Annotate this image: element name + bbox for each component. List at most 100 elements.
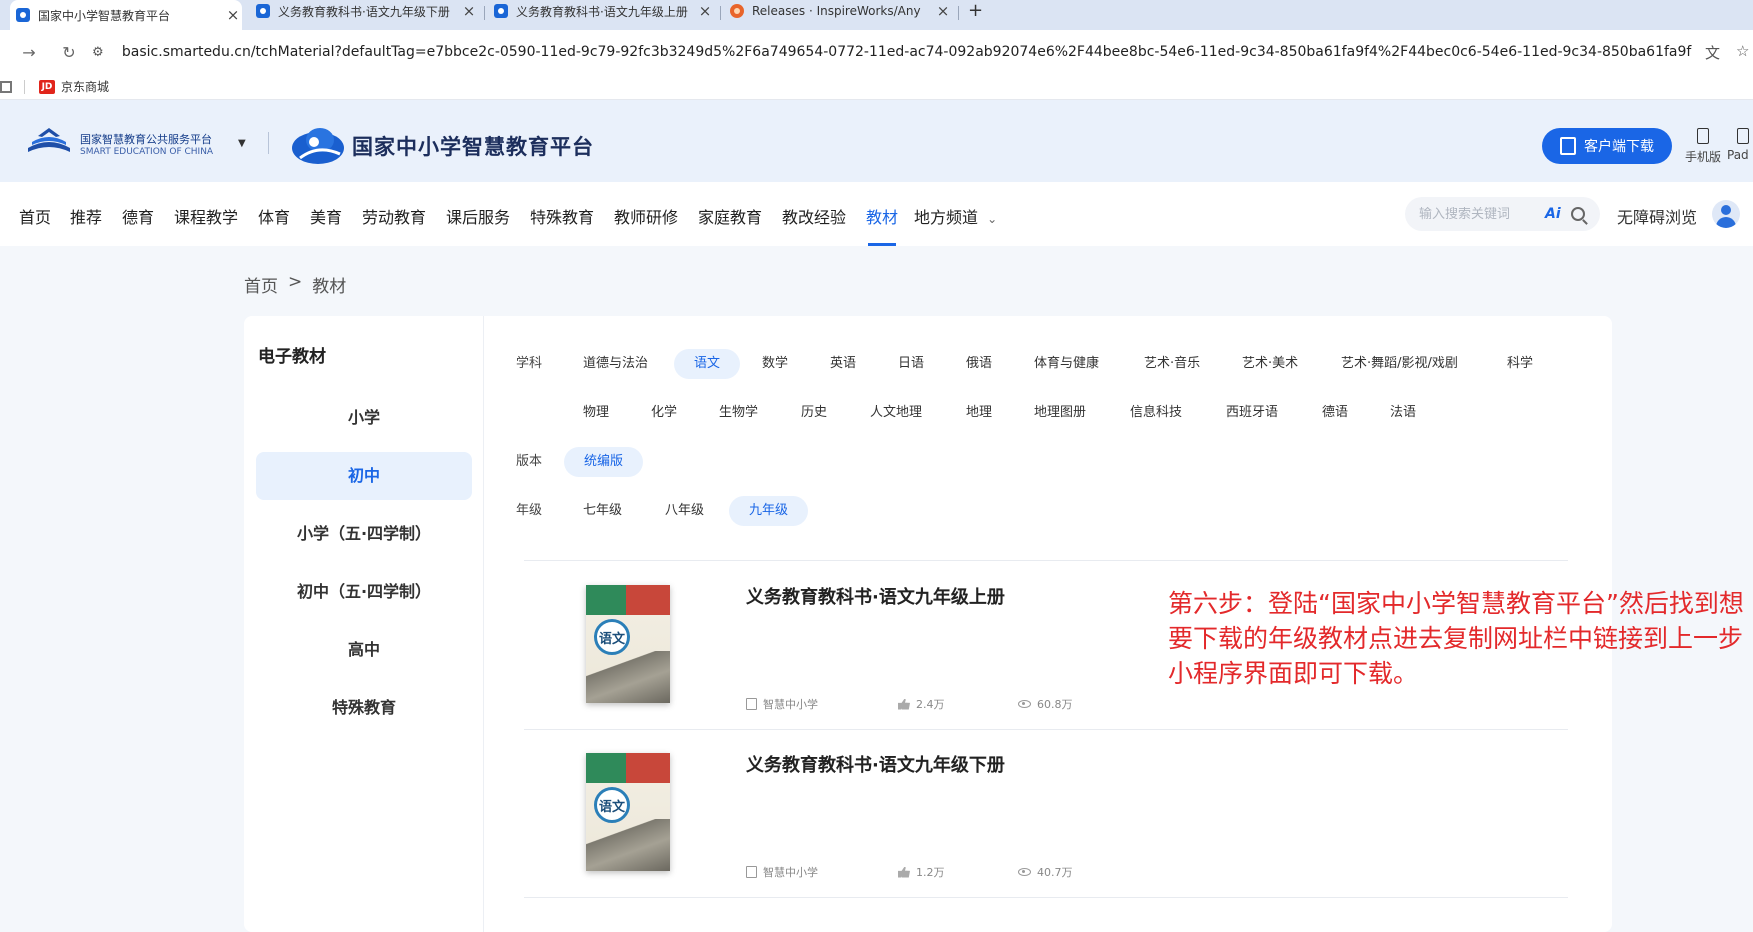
- nav-special-ed[interactable]: 特殊教育: [530, 204, 594, 228]
- eye-icon: [1018, 700, 1031, 708]
- subject-option[interactable]: 艺术·美术: [1242, 349, 1298, 379]
- subject-label: 学科: [516, 356, 543, 371]
- divider: [524, 897, 1568, 898]
- eye-icon: [1018, 868, 1031, 876]
- reload-icon[interactable]: ↻: [56, 43, 82, 62]
- nav-labor[interactable]: 劳动教育: [362, 204, 426, 228]
- user-avatar[interactable]: [1712, 200, 1740, 228]
- bookmark-star-icon[interactable]: ☆: [1736, 42, 1749, 60]
- nav-local[interactable]: 地方频道 ⌄: [914, 204, 997, 228]
- sidebar-item-senior-high[interactable]: 高中: [256, 626, 472, 674]
- subject-option[interactable]: 生物学: [719, 398, 758, 428]
- book-likes: 2.4万: [898, 696, 945, 712]
- subject-option[interactable]: 物理: [583, 398, 609, 428]
- sidebar-item-primary[interactable]: 小学: [256, 394, 472, 442]
- search-input[interactable]: [1419, 206, 1539, 222]
- subject-option[interactable]: 信息科技: [1130, 398, 1182, 428]
- subject-option[interactable]: 数学: [762, 349, 788, 379]
- mobile-version-link[interactable]: 手机版: [1681, 128, 1725, 165]
- translate-icon[interactable]: 文: [1705, 42, 1720, 63]
- textbook-item[interactable]: 语文 义务教育教科书·语文九年级下册 智慧中小学 1.2万 40.7万: [524, 729, 1568, 897]
- forward-icon[interactable]: →: [16, 43, 42, 62]
- site-cloud-logo-icon[interactable]: [290, 124, 346, 166]
- client-download-button[interactable]: 客户端下载: [1542, 128, 1672, 164]
- close-icon[interactable]: ×: [696, 2, 714, 20]
- like-count: 1.2万: [916, 866, 945, 879]
- smart-education-logo-icon[interactable]: [26, 126, 72, 156]
- nav-reform[interactable]: 教改经验: [782, 204, 846, 228]
- nav-home[interactable]: 首页: [19, 204, 51, 228]
- nav-course[interactable]: 课程教学: [174, 204, 238, 228]
- ai-search-icon[interactable]: Ai: [1545, 206, 1561, 222]
- close-icon[interactable]: ×: [224, 6, 242, 24]
- accessibility-link[interactable]: 无障碍浏览: [1617, 204, 1697, 228]
- nav-teacher-training[interactable]: 教师研修: [614, 204, 678, 228]
- site-info-icon[interactable]: ⚙: [92, 45, 114, 60]
- nav-moral[interactable]: 德育: [122, 204, 154, 228]
- nav-textbooks[interactable]: 教材: [866, 204, 898, 228]
- breadcrumb-home[interactable]: 首页: [244, 272, 278, 297]
- book-title[interactable]: 义务教育教科书·语文九年级下册: [746, 751, 1005, 777]
- close-icon[interactable]: ×: [934, 2, 952, 20]
- subject-option[interactable]: 道德与法治: [583, 349, 648, 379]
- search-icon[interactable]: [1570, 207, 1585, 221]
- sidebar-title: 电子教材: [258, 347, 326, 367]
- edition-option-tongbian[interactable]: 统编版: [564, 447, 644, 477]
- subject-option[interactable]: 德语: [1322, 398, 1348, 428]
- breadcrumb-separator: >: [288, 272, 303, 292]
- tab-book-upper[interactable]: 义务教育教科书·语文九年级上册 ×: [488, 0, 714, 22]
- sidebar-item-special-ed[interactable]: 特殊教育: [256, 684, 472, 732]
- book-title[interactable]: 义务教育教科书·语文九年级上册: [746, 583, 1005, 609]
- url-field[interactable]: ⚙ basic.smartedu.cn/tchMaterial?defaultT…: [92, 36, 1692, 68]
- subject-option[interactable]: 法语: [1390, 398, 1416, 428]
- nav-arts[interactable]: 美育: [310, 204, 342, 228]
- cover-subject-seal: 语文: [594, 619, 630, 655]
- new-tab-button[interactable]: +: [968, 0, 983, 22]
- tab-book-lower[interactable]: 义务教育教科书·语文九年级下册 ×: [250, 0, 478, 22]
- subject-option[interactable]: 体育与健康: [1034, 349, 1099, 379]
- subject-option[interactable]: 俄语: [966, 349, 992, 379]
- subject-option[interactable]: 艺术·舞蹈/影视/戏剧: [1341, 349, 1458, 379]
- sidebar-item-junior-high[interactable]: 初中: [256, 452, 472, 500]
- subject-option[interactable]: 日语: [898, 349, 924, 379]
- close-icon[interactable]: ×: [460, 2, 478, 20]
- subject-option[interactable]: 西班牙语: [1226, 398, 1278, 428]
- subject-option[interactable]: 地理图册: [1034, 398, 1086, 428]
- sidebar-item-junior-54[interactable]: 初中（五·四学制）: [256, 568, 472, 616]
- book-cover[interactable]: 语文: [586, 753, 670, 871]
- nav-recommend[interactable]: 推荐: [70, 204, 102, 228]
- tab-smartedu-home[interactable]: 国家中小学智慧教育平台 ×: [10, 0, 242, 30]
- tab-github-releases[interactable]: Releases · InspireWorks/Any ×: [724, 0, 952, 22]
- bookmark-separator: [24, 79, 25, 94]
- edition-label: 版本: [516, 454, 543, 469]
- pad-version-link[interactable]: Pad: [1727, 128, 1753, 162]
- subject-option[interactable]: 英语: [830, 349, 856, 379]
- nav-family[interactable]: 家庭教育: [698, 204, 762, 228]
- grade-option-7[interactable]: 七年级: [583, 496, 622, 526]
- nav-sports[interactable]: 体育: [258, 204, 290, 228]
- book-publisher: 智慧中小学: [746, 864, 818, 880]
- breadcrumb-current: 教材: [312, 277, 347, 297]
- subject-option[interactable]: 历史: [801, 398, 827, 428]
- site-title[interactable]: 国家中小学智慧教育平台: [352, 131, 594, 161]
- tutorial-annotation: 第六步：登陆“国家中小学智慧教育平台”然后找到想要下载的年级教材点进去复制网址栏…: [1168, 589, 1744, 688]
- publisher-icon: [746, 866, 757, 878]
- grade-option-8[interactable]: 八年级: [665, 496, 704, 526]
- book-cover[interactable]: 语文: [586, 585, 670, 703]
- bookmark-jd[interactable]: 京东商城: [61, 78, 109, 95]
- subject-option-chinese[interactable]: 语文: [674, 349, 741, 379]
- nav-after-school[interactable]: 课后服务: [446, 204, 510, 228]
- subject-option[interactable]: 化学: [651, 398, 677, 428]
- search-box: Ai: [1405, 197, 1600, 231]
- subject-option[interactable]: 科学: [1507, 349, 1533, 379]
- subject-option[interactable]: 人文地理: [870, 398, 922, 428]
- subject-option[interactable]: 艺术·音乐: [1144, 349, 1200, 379]
- client-download-label: 客户端下载: [1584, 139, 1654, 155]
- subject-option[interactable]: 地理: [966, 398, 992, 428]
- apps-grid-icon[interactable]: [0, 80, 12, 93]
- grade-option-9[interactable]: 九年级: [729, 496, 809, 526]
- jd-logo-icon: JD: [39, 79, 55, 94]
- platform-dropdown-caret-icon[interactable]: ▼: [238, 138, 246, 149]
- sidebar-item-primary-54[interactable]: 小学（五·四学制）: [256, 510, 472, 558]
- platform-name[interactable]: 国家智慧教育公共服务平台 SMART EDUCATION OF CHINA: [80, 134, 213, 158]
